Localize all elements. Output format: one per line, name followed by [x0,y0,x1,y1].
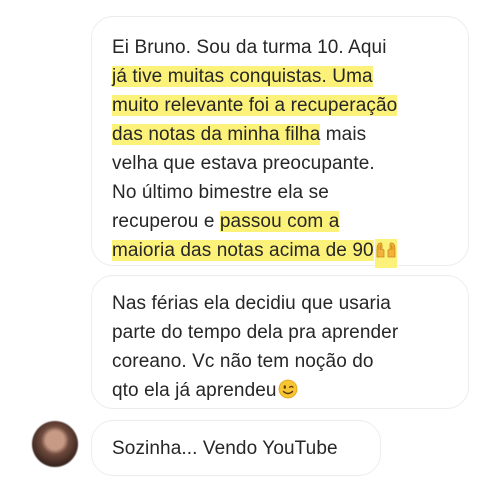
message-line: das notas da minha filha mais [112,120,454,149]
message-line: No último bimestre ela se [112,178,454,207]
message-text: Ei Bruno. Sou da turma 10. Aqui [112,37,387,58]
message-bubble[interactable]: Sozinha... Vendo YouTube [91,420,381,476]
message-text: Sozinha... Vendo YouTube [112,438,338,459]
message-text: qto ela já aprendeu [112,380,277,401]
message-line: Nas férias ela decidiu que usaria [112,293,391,314]
highlighted-text: passou com a [219,211,340,232]
avatar[interactable] [32,421,78,467]
message-line: coreano. Vc não tem noção do [112,351,374,372]
winking-face-icon [278,379,298,408]
message-line: muito relevante foi a recuperação [112,91,454,120]
highlighted-text: maioria das notas acima de 90 [112,240,374,261]
message-line: recuperou e passou com a [112,207,454,236]
message-text: No último bimestre ela se [112,182,329,203]
message-line: velha que estava preocupante. [112,149,454,178]
message-bubble[interactable]: Ei Bruno. Sou da turma 10. Aqui já tive … [91,16,469,268]
message-line: Ei Bruno. Sou da turma 10. Aqui [112,33,454,62]
message-line: já tive muitas conquistas. Uma [112,62,454,91]
message-text: mais [320,124,367,145]
message-text: recuperou e [112,211,220,232]
message-text: velha que estava preocupante. [112,153,375,174]
message-line: maioria das notas acima de 90 [112,236,454,268]
message-line: parte do tempo dela pra aprender [112,322,399,343]
highlighted-text: muito relevante foi a recuperação [112,95,398,116]
message-line: qto ela já aprendeu [112,376,454,405]
message-bubble[interactable]: Nas férias ela decidiu que usaria parte … [91,275,469,409]
raised-hands-icon [374,239,397,268]
highlighted-text: das notas da minha filha [112,124,321,145]
highlighted-text: já tive muitas conquistas. Uma [112,66,373,87]
